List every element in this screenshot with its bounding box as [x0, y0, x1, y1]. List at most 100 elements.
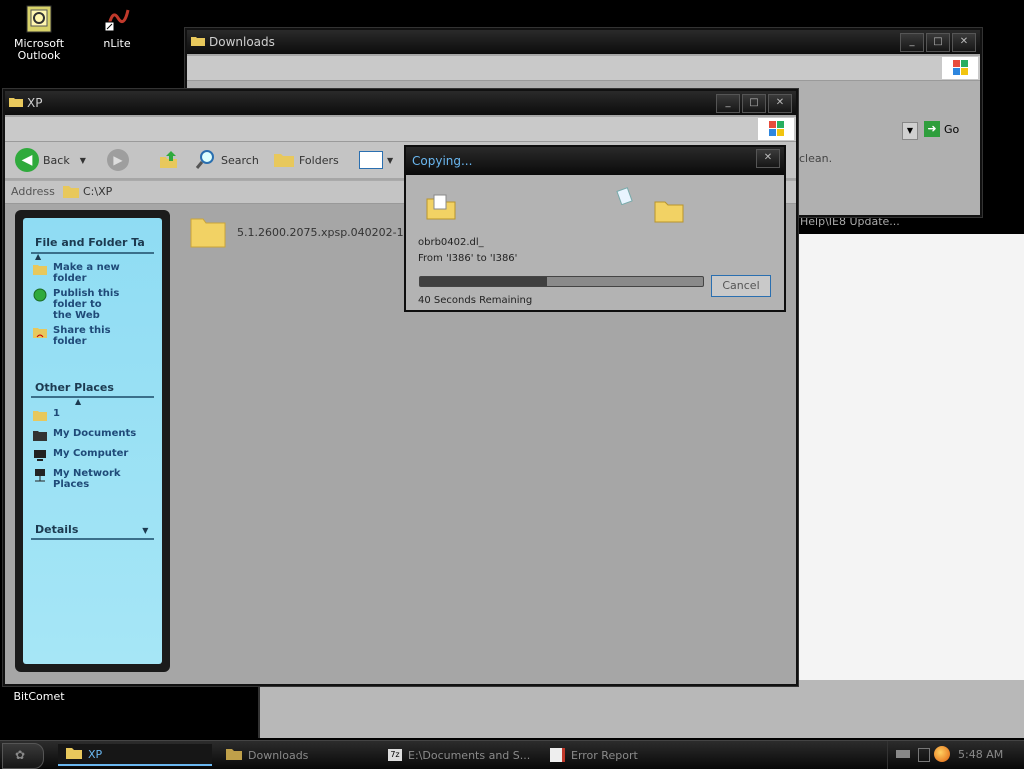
tasks-header[interactable]: File and Folder Ta ▲	[35, 236, 154, 262]
computer-icon	[33, 448, 47, 462]
taskbar-item-xp[interactable]: XP	[58, 744, 212, 766]
new-folder-icon	[33, 262, 47, 276]
folder-icon	[226, 747, 242, 763]
xp-titlebar[interactable]: XP _ □ ✕	[5, 91, 796, 115]
network-tray-icon[interactable]	[918, 748, 930, 762]
desktop-icon-label: nLite	[103, 37, 131, 50]
expand-icon: ▼	[142, 526, 149, 535]
desktop-icon-nlite[interactable]: nLite	[80, 4, 154, 50]
start-icon: ✿	[15, 748, 26, 762]
share-folder-link[interactable]: Share this folder	[33, 325, 154, 347]
error-report-icon	[550, 748, 565, 762]
source-folder-icon	[426, 193, 456, 224]
my-network-places-link[interactable]: My Network Places	[33, 468, 154, 490]
back-arrow-icon: ◀	[15, 148, 39, 172]
time-remaining: 40 Seconds Remaining	[418, 295, 533, 306]
address-label: Address	[11, 185, 55, 198]
go-button[interactable]: ➜ Go	[924, 121, 959, 137]
up-folder-icon	[157, 148, 179, 173]
back-button[interactable]: ◀ Back ▼	[15, 148, 86, 172]
taskbar: ✿ XP Downloads 7z E:\Documents and S... …	[0, 740, 1024, 769]
close-button[interactable]: ✕	[756, 149, 780, 168]
taskbar-item-7zip[interactable]: 7z E:\Documents and S...	[380, 744, 540, 766]
folder-icon	[63, 184, 79, 201]
downloads-title: Downloads	[209, 35, 275, 49]
file-name: 5.1.2600.2075.xpsp.040202-19	[237, 226, 411, 239]
forward-arrow-icon: ▶	[107, 149, 129, 171]
chevron-down-icon: ▼	[79, 155, 86, 165]
other-places-header[interactable]: Other Places ▲	[35, 381, 154, 407]
copy-from-to: From 'I386' to 'I386'	[418, 253, 518, 264]
xp-window-title: XP	[27, 96, 43, 110]
copy-dialog-body: obrb0402.dl_ From 'I386' to 'I386' 40 Se…	[406, 175, 784, 310]
folder-icon	[189, 213, 227, 252]
my-documents-link[interactable]: My Documents	[33, 428, 154, 442]
my-documents-icon	[33, 428, 47, 442]
maximize-button[interactable]: □	[742, 94, 766, 113]
copy-dialog-title: Copying...	[412, 154, 473, 168]
nlite-icon	[102, 4, 132, 34]
cancel-button[interactable]: Cancel	[711, 275, 771, 297]
address-input[interactable]: C:\XP	[83, 185, 112, 198]
copy-progress-bar	[419, 276, 704, 287]
collapse-icon: ▲	[75, 397, 82, 406]
flying-document-icon	[616, 187, 634, 208]
folder-icon	[66, 746, 82, 762]
my-computer-link[interactable]: My Computer	[33, 448, 154, 462]
other-place-1[interactable]: 1	[33, 408, 154, 422]
copy-dialog-titlebar[interactable]: Copying... ✕	[406, 147, 784, 175]
folder-icon	[9, 96, 23, 107]
forward-button[interactable]: ▶	[107, 148, 129, 172]
divider	[31, 252, 154, 254]
background-window-gray	[258, 680, 1024, 738]
address-dropdown-arrow[interactable]: ▼	[902, 122, 918, 140]
go-arrow-icon: ➜	[924, 121, 940, 137]
copy-dialog: Copying... ✕ obrb0402.dl_ From 'I386' to…	[404, 145, 786, 312]
minimize-button[interactable]: _	[900, 33, 924, 52]
clock[interactable]: 5:48 AM	[958, 748, 1003, 761]
views-button[interactable]: ▼	[359, 148, 393, 172]
windows-logo-icon	[942, 57, 978, 79]
globe-icon	[33, 288, 47, 302]
folders-icon	[273, 150, 295, 171]
outlook-icon	[24, 4, 54, 34]
firefox-icon[interactable]	[934, 746, 950, 762]
up-folder-button[interactable]	[157, 148, 179, 172]
back-label: Back	[43, 153, 70, 167]
taskbar-item-downloads[interactable]: Downloads	[218, 744, 376, 766]
search-button[interactable]: Search	[195, 148, 259, 172]
maximize-button[interactable]: □	[926, 33, 950, 52]
views-icon	[359, 151, 383, 169]
system-tray: 5:48 AM	[887, 741, 1024, 769]
divider	[31, 538, 154, 540]
folders-label: Folders	[299, 153, 339, 167]
task-pane-inner: File and Folder Ta ▲ Make a new folder P…	[23, 218, 162, 664]
publish-folder-link[interactable]: Publish this folder to the Web	[33, 288, 154, 321]
chevron-down-icon: ▼	[387, 155, 394, 165]
start-button[interactable]: ✿	[2, 743, 44, 769]
close-button[interactable]: ✕	[952, 33, 976, 52]
search-icon	[195, 148, 217, 173]
make-new-folder-link[interactable]: Make a new folder	[33, 262, 154, 284]
divider	[31, 396, 154, 398]
folders-button[interactable]: Folders	[273, 148, 339, 172]
minimize-button[interactable]: _	[716, 94, 740, 113]
folder-icon	[33, 408, 47, 422]
desktop-icon-label: BitComet	[13, 690, 65, 703]
search-label: Search	[221, 153, 259, 167]
go-label: Go	[944, 122, 960, 136]
copy-filename: obrb0402.dl_	[418, 237, 484, 248]
desktop-icon-outlook[interactable]: Microsoft Outlook	[2, 4, 76, 62]
close-button[interactable]: ✕	[768, 94, 792, 113]
downloads-titlebar[interactable]: Downloads _ □ ✕	[187, 30, 980, 54]
folder-icon	[191, 35, 205, 46]
keyboard-icon[interactable]	[896, 750, 910, 758]
network-icon	[33, 468, 47, 482]
background-window-white: Help\IE8 Update...	[790, 207, 1024, 737]
task-pane: File and Folder Ta ▲ Make a new folder P…	[15, 210, 170, 672]
desktop-icon-label: Microsoft Outlook	[13, 37, 65, 62]
taskbar-item-error-report[interactable]: Error Report	[542, 744, 702, 766]
downloads-status-text: clean.	[799, 152, 833, 165]
file-item[interactable]: 5.1.2600.2075.xpsp.040202-19	[189, 213, 411, 252]
details-header[interactable]: Details ▼	[35, 523, 154, 536]
